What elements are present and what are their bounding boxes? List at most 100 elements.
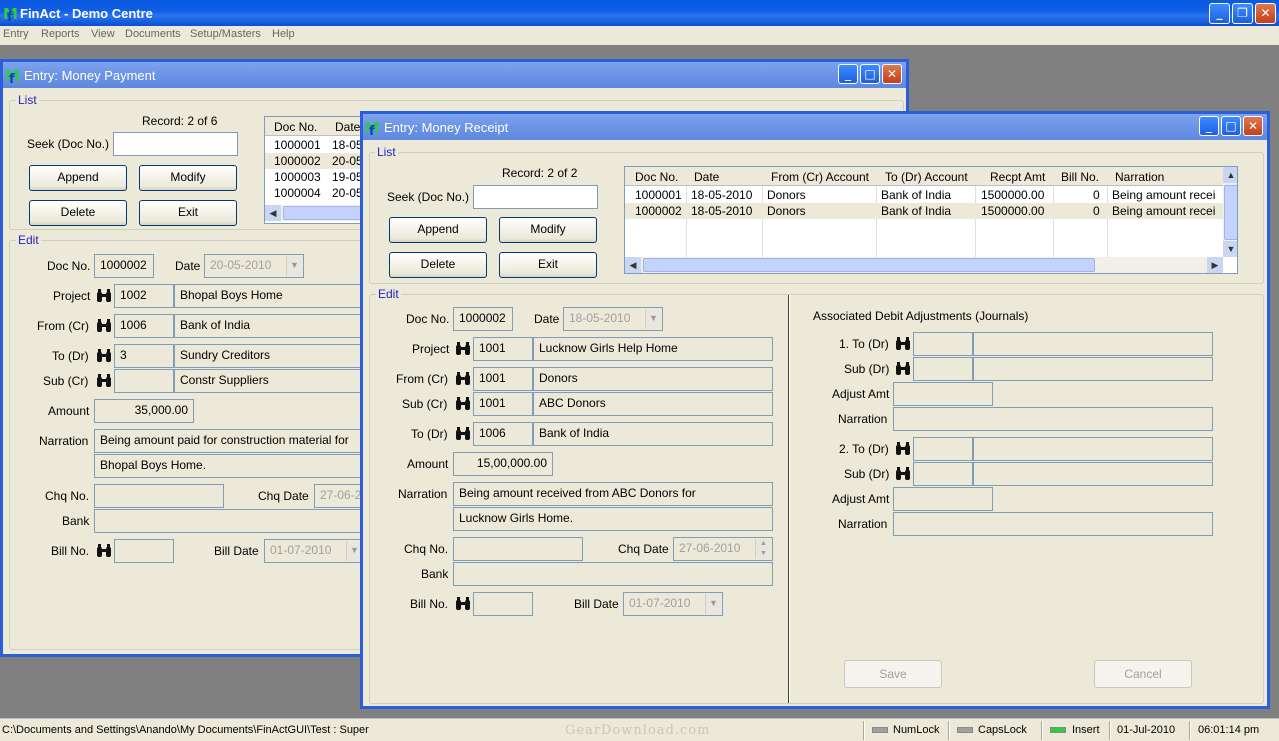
table-row-selected[interactable]: 1000002 20-05 xyxy=(265,153,373,169)
table-row[interactable]: 1000001 18-05-2010 Donors Bank of India … xyxy=(625,187,1223,203)
project-name-field[interactable]: Lucknow Girls Help Home xyxy=(533,337,773,361)
minimize-icon[interactable]: _ xyxy=(1199,116,1219,136)
col-bill-no[interactable]: Bill No. xyxy=(1061,170,1099,184)
assoc-to-1-code[interactable] xyxy=(913,332,973,356)
save-button[interactable]: Save xyxy=(844,660,942,688)
binoculars-icon[interactable] xyxy=(96,319,112,333)
binoculars-icon[interactable] xyxy=(455,397,471,411)
menu-documents[interactable]: Documents xyxy=(125,28,181,40)
col-from-account[interactable]: From (Cr) Account xyxy=(771,170,869,184)
binoculars-icon[interactable] xyxy=(455,427,471,441)
bill-date-picker[interactable]: 01-07-2010 ▼ xyxy=(264,539,364,563)
menu-reports[interactable]: Reports xyxy=(41,28,80,40)
assoc-sub-1-name[interactable] xyxy=(973,357,1213,381)
assoc-adjust-1-field[interactable] xyxy=(893,382,993,406)
from-code-field[interactable]: 1006 xyxy=(114,314,174,338)
minimize-icon[interactable]: _ xyxy=(1209,3,1230,24)
date-picker[interactable]: 18-05-2010 ▼ xyxy=(563,307,663,331)
minimize-icon[interactable]: _ xyxy=(838,64,858,84)
chevron-down-icon[interactable]: ▼ xyxy=(286,256,302,276)
maximize-icon[interactable]: □ xyxy=(1221,116,1241,136)
binoculars-icon[interactable] xyxy=(455,342,471,356)
binoculars-icon[interactable] xyxy=(895,362,911,376)
scroll-up-icon[interactable]: ▲ xyxy=(1223,167,1237,183)
close-icon[interactable]: ✕ xyxy=(882,64,902,84)
money-receipt-titlebar[interactable]: Mf Entry: Money Receipt _ □ ✕ xyxy=(363,114,1267,140)
to-name-field[interactable]: Sundry Creditors xyxy=(174,344,374,368)
assoc-to-2-code[interactable] xyxy=(913,437,973,461)
scroll-thumb[interactable] xyxy=(1224,185,1237,240)
amount-field[interactable]: 35,000.00 xyxy=(94,399,194,423)
seek-input[interactable] xyxy=(473,185,598,209)
sub-code-field[interactable] xyxy=(114,369,174,393)
binoculars-icon[interactable] xyxy=(895,467,911,481)
table-row[interactable]: 1000001 18-05 xyxy=(265,137,373,153)
exit-button[interactable]: Exit xyxy=(139,200,237,226)
exit-button[interactable]: Exit xyxy=(499,252,597,278)
assoc-to-1-name[interactable] xyxy=(973,332,1213,356)
assoc-sub-2-code[interactable] xyxy=(913,462,973,486)
narration-line-2[interactable]: Bhopal Boys Home. xyxy=(94,454,374,478)
modify-button[interactable]: Modify xyxy=(499,217,597,243)
from-code-field[interactable]: 1001 xyxy=(473,367,533,391)
amount-field[interactable]: 15,00,000.00 xyxy=(453,452,553,476)
chq-no-field[interactable] xyxy=(94,484,224,508)
money-payment-titlebar[interactable]: Mf Entry: Money Payment _ □ ✕ xyxy=(3,62,906,88)
binoculars-icon[interactable] xyxy=(96,544,112,558)
from-name-field[interactable]: Donors xyxy=(533,367,773,391)
to-code-field[interactable]: 3 xyxy=(114,344,174,368)
delete-button[interactable]: Delete xyxy=(29,200,127,226)
col-date[interactable]: Date xyxy=(335,120,360,134)
table-row[interactable]: 1000004 20-05 xyxy=(265,185,373,201)
seek-input[interactable] xyxy=(113,132,238,156)
binoculars-icon[interactable] xyxy=(455,597,471,611)
from-name-field[interactable]: Bank of India xyxy=(174,314,374,338)
chq-no-field[interactable] xyxy=(453,537,583,561)
chevron-down-icon[interactable]: ▼ xyxy=(645,309,661,329)
narration-line-2[interactable]: Lucknow Girls Home. xyxy=(453,507,773,531)
menu-help[interactable]: Help xyxy=(272,28,295,40)
app-titlebar[interactable]: Mf FinAct - Demo Centre _ ❐ ✕ xyxy=(0,0,1279,26)
project-name-field[interactable]: Bhopal Boys Home xyxy=(174,284,374,308)
binoculars-icon[interactable] xyxy=(455,372,471,386)
col-doc-no[interactable]: Doc No. xyxy=(635,170,678,184)
chq-date-spinner[interactable]: 27-06-2010 ▲ ▼ xyxy=(673,537,773,561)
assoc-narration-2-field[interactable] xyxy=(893,512,1213,536)
date-picker[interactable]: 20-05-2010 ▼ xyxy=(204,254,304,278)
binoculars-icon[interactable] xyxy=(96,349,112,363)
menu-view[interactable]: View xyxy=(91,28,115,40)
table-row-selected[interactable]: 1000002 18-05-2010 Donors Bank of India … xyxy=(625,203,1223,219)
to-name-field[interactable]: Bank of India xyxy=(533,422,773,446)
bill-no-field[interactable] xyxy=(473,592,533,616)
col-narration[interactable]: Narration xyxy=(1115,170,1164,184)
table-row[interactable]: 1000003 19-05 xyxy=(265,169,373,185)
assoc-to-2-name[interactable] xyxy=(973,437,1213,461)
binoculars-icon[interactable] xyxy=(96,289,112,303)
bill-date-picker[interactable]: 01-07-2010 ▼ xyxy=(623,592,723,616)
cancel-button[interactable]: Cancel xyxy=(1094,660,1192,688)
horizontal-scrollbar[interactable]: ◀ xyxy=(265,205,373,221)
sub-name-field[interactable]: ABC Donors xyxy=(533,392,773,416)
bank-field[interactable] xyxy=(453,562,773,586)
project-code-field[interactable]: 1002 xyxy=(114,284,174,308)
payment-list-grid[interactable]: Doc No. Date 1000001 18-05 1000002 20-05 1… xyxy=(264,116,374,224)
scroll-left-icon[interactable]: ◀ xyxy=(265,205,281,221)
maximize-icon[interactable]: □ xyxy=(860,64,880,84)
vertical-scrollbar[interactable]: ▲ ▼ xyxy=(1223,167,1237,257)
money-receipt-window[interactable]: Mf Entry: Money Receipt _ □ ✕ List Recor… xyxy=(360,111,1270,709)
append-button[interactable]: Append xyxy=(389,217,487,243)
bill-no-field[interactable] xyxy=(114,539,174,563)
col-recpt-amt[interactable]: Recpt Amt xyxy=(990,170,1045,184)
menu-entry[interactable]: Entry xyxy=(3,28,29,40)
assoc-sub-2-name[interactable] xyxy=(973,462,1213,486)
delete-button[interactable]: Delete xyxy=(389,252,487,278)
close-icon[interactable]: ✕ xyxy=(1255,3,1276,24)
binoculars-icon[interactable] xyxy=(895,442,911,456)
col-date[interactable]: Date xyxy=(694,170,719,184)
project-code-field[interactable]: 1001 xyxy=(473,337,533,361)
doc-no-field[interactable]: 1000002 xyxy=(453,307,513,331)
receipt-list-grid[interactable]: Doc No. Date From (Cr) Account To (Dr) A… xyxy=(624,166,1238,274)
bank-field[interactable] xyxy=(94,509,374,533)
menu-setup-masters[interactable]: Setup/Masters xyxy=(190,28,261,40)
restore-icon[interactable]: ❐ xyxy=(1232,3,1253,24)
